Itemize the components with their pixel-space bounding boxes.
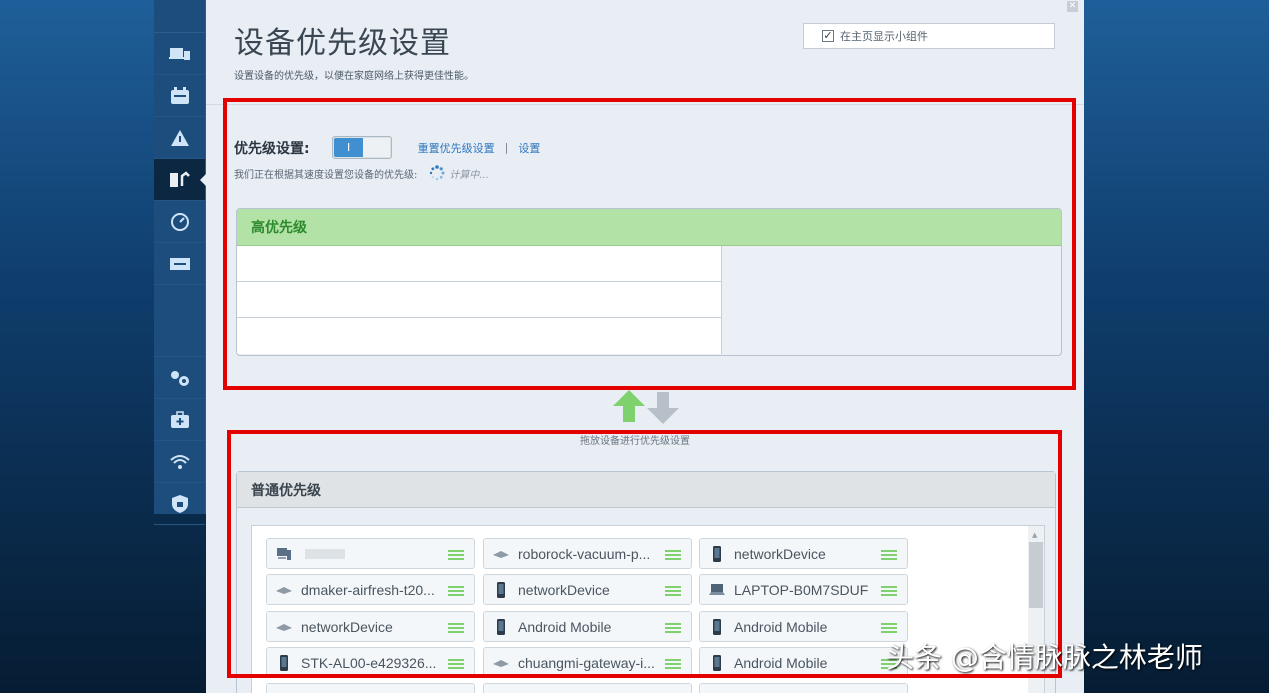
show-widget-option[interactable]: ✓ 在主页显示小组件	[803, 23, 1055, 49]
sidebar-item-connectivity[interactable]	[154, 357, 205, 399]
sidebar-item-speed-test[interactable]	[154, 201, 205, 243]
sidebar-item-external-storage[interactable]	[154, 243, 205, 285]
devices-icon	[168, 47, 190, 60]
sidebar-top-gap	[154, 0, 205, 33]
sidebar-item-guest-access[interactable]	[154, 75, 205, 117]
security-icon	[171, 494, 188, 513]
page-title: 设备优先级设置	[234, 26, 451, 61]
speed-test-icon	[170, 212, 189, 231]
close-icon[interactable]: ✕	[1067, 1, 1078, 12]
device-tile[interactable]	[483, 683, 692, 693]
show-widget-label: 在主页显示小组件	[840, 30, 928, 43]
external-storage-icon	[169, 257, 190, 270]
sidebar-item-security[interactable]	[154, 483, 205, 525]
device-tile[interactable]	[699, 683, 908, 693]
sidebar-item-devices[interactable]	[154, 33, 205, 75]
sidebar-spacer	[154, 285, 205, 357]
drag-arrows-icon	[613, 390, 679, 424]
troubleshooting-icon	[170, 410, 189, 428]
sidebar-nav	[154, 0, 206, 525]
show-widget-checkbox[interactable]: ✓	[822, 30, 834, 42]
sidebar-item-parental-controls[interactable]	[154, 117, 205, 159]
media-prioritization-icon	[169, 170, 190, 187]
parental-controls-icon	[170, 129, 189, 146]
page-subtitle: 设置设备的优先级，以便在家庭网络上获得更佳性能。	[234, 71, 474, 82]
connectivity-icon	[170, 370, 189, 386]
sidebar-item-wireless[interactable]	[154, 441, 205, 483]
sidebar-item-troubleshooting[interactable]	[154, 399, 205, 441]
watermark-text: 头条 @含情脉脉之林老师	[886, 641, 1203, 674]
highlight-box-top	[223, 98, 1076, 390]
sidebar-item-media-prioritization[interactable]	[154, 159, 206, 201]
guest-access-icon	[170, 86, 189, 104]
wireless-icon	[169, 454, 190, 469]
device-tile[interactable]	[266, 683, 475, 693]
